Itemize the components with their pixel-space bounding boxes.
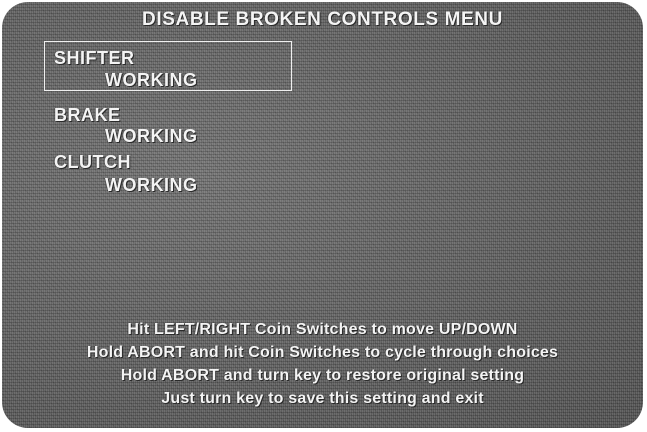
menu-item-brake-status[interactable]: WORKING xyxy=(105,126,198,147)
menu-item-shifter-status[interactable]: WORKING xyxy=(105,70,198,91)
menu-item-clutch-label[interactable]: CLUTCH xyxy=(54,152,131,173)
instruction-line-1: Hit LEFT/RIGHT Coin Switches to move UP/… xyxy=(127,321,518,338)
menu-title: DISABLE BROKEN CONTROLS MENU xyxy=(142,9,503,30)
instruction-line-3: Hold ABORT and turn key to restore origi… xyxy=(120,367,525,384)
menu-item-brake-label[interactable]: BRAKE xyxy=(54,105,121,126)
menu-item-clutch-status[interactable]: WORKING xyxy=(105,175,198,196)
instruction-line-4: Just turn key to save this setting and e… xyxy=(161,390,484,407)
instruction-line-2: Hold ABORT and hit Coin Switches to cycl… xyxy=(86,344,559,361)
game-screen: DISABLE BROKEN CONTROLS MENU SHIFTER WOR… xyxy=(2,2,643,428)
menu-item-shifter-label[interactable]: SHIFTER xyxy=(54,48,135,69)
